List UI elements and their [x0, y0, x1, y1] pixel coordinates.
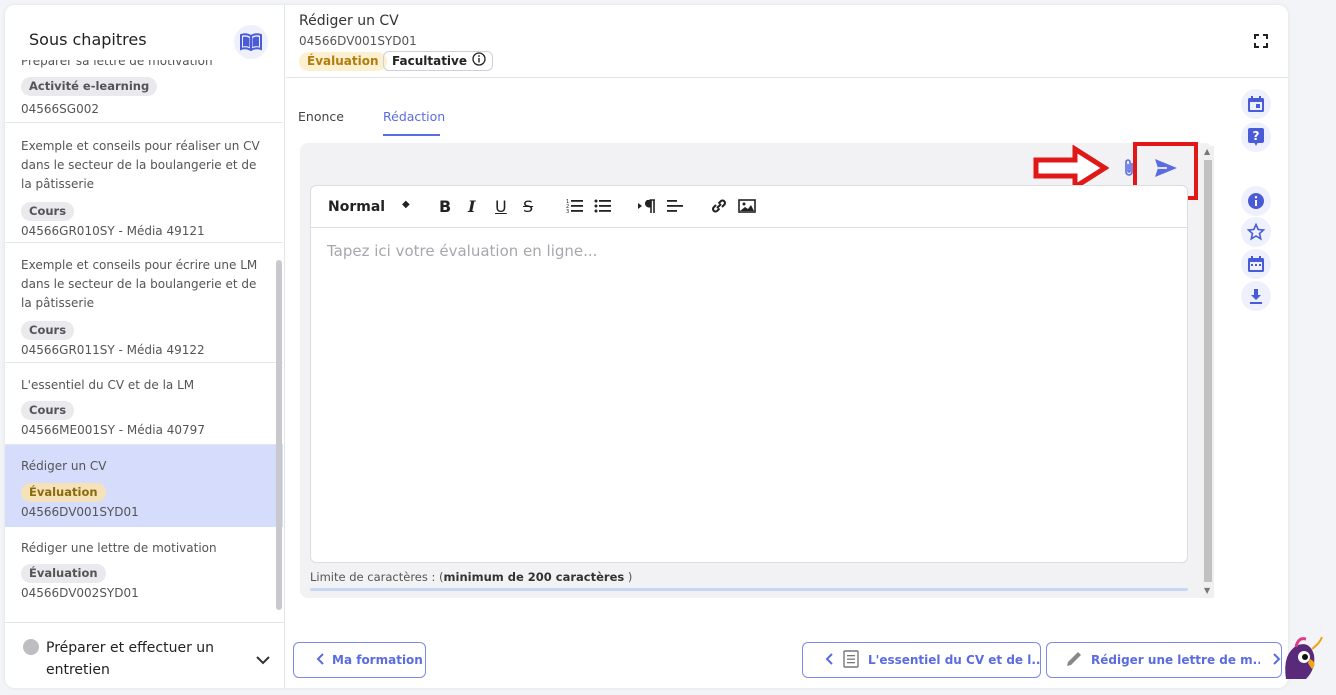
- image-icon[interactable]: [738, 198, 756, 214]
- pencil-icon: [1065, 650, 1083, 671]
- download-icon[interactable]: [1241, 281, 1271, 311]
- page-title: Rédiger un CV: [299, 13, 399, 29]
- svg-text:3: 3: [566, 209, 569, 214]
- info-icon[interactable]: [1241, 186, 1271, 216]
- rich-text-editor[interactable]: Normal ◆ B I U S 123 Tapez ici votre éva…: [310, 185, 1188, 563]
- bold-icon[interactable]: B: [439, 197, 451, 216]
- limit-prefix: Limite de caractères : (: [310, 570, 444, 584]
- ordered-list-icon[interactable]: 123: [566, 198, 584, 214]
- list-item-title: Exemple et conseils pour réaliser un CV …: [21, 139, 260, 191]
- list-item[interactable]: Exemple et conseils pour écrire une LM d…: [5, 243, 283, 363]
- list-item-badge: Cours: [21, 202, 75, 221]
- scroll-down-icon[interactable]: ▼: [1204, 586, 1210, 595]
- fullscreen-icon[interactable]: [1254, 33, 1268, 52]
- next-item-label: Rédiger une lettre de m...: [1091, 653, 1260, 667]
- strikethrough-icon[interactable]: S: [523, 197, 533, 216]
- underline-icon[interactable]: U: [495, 197, 507, 216]
- sidebar-header: Sous chapitres: [5, 5, 285, 60]
- limit-suffix: ): [624, 570, 633, 584]
- document-icon: [843, 649, 859, 671]
- sidebar: Sous chapitres Préparer sa lettre de mot…: [5, 5, 285, 688]
- list-item-code: 04566GR011SY - Média 49122: [21, 343, 205, 357]
- list-item-badge: Activité e-learning: [21, 77, 158, 96]
- horizontal-scrollbar[interactable]: [310, 588, 1188, 591]
- list-item-badge: Évaluation: [21, 483, 106, 502]
- list-item-code: 04566DV001SYD01: [21, 505, 139, 519]
- previous-item-label: L'essentiel du CV et de l...: [868, 653, 1040, 667]
- sidebar-title: Sous chapitres: [29, 30, 147, 49]
- list-item-code: 04566SG002: [21, 102, 99, 116]
- list-item-title: Rédiger un CV: [21, 459, 107, 473]
- align-left-icon[interactable]: [666, 198, 684, 214]
- info-circle-icon[interactable]: [472, 51, 486, 71]
- help-icon[interactable]: ?: [1241, 122, 1271, 152]
- list-item-title: Exemple et conseils pour écrire une LM d…: [21, 258, 258, 310]
- star-icon[interactable]: [1241, 217, 1271, 247]
- format-select[interactable]: Normal: [328, 199, 385, 215]
- svg-text:?: ?: [1253, 129, 1260, 143]
- editor-toolbar: Normal ◆ B I U S 123: [311, 186, 1187, 228]
- scrollbar-thumb[interactable]: [1204, 160, 1212, 582]
- optional-badge-label: Facultative: [392, 54, 468, 68]
- next-item-button[interactable]: Rédiger une lettre de m...: [1046, 642, 1282, 678]
- chapter-accordion[interactable]: Préparer et effectuer un entretien: [5, 622, 285, 688]
- list-item-code: 04566GR010SY - Média 49121: [21, 224, 205, 238]
- limit-value: minimum de 200 caractères: [443, 570, 625, 584]
- list-item-badge: Cours: [21, 321, 75, 340]
- list-item[interactable]: Préparer sa lettre de motivation Activit…: [5, 60, 283, 123]
- chevron-down-icon[interactable]: [256, 650, 270, 669]
- list-item-title: L'essentiel du CV et de la LM: [21, 378, 195, 392]
- list-item-code: 04566ME001SY - Média 40797: [21, 423, 205, 437]
- italic-icon[interactable]: I: [468, 197, 475, 216]
- list-item-title: Rédiger une lettre de motivation: [21, 541, 217, 555]
- list-item-active[interactable]: Rédiger un CV Évaluation 04566DV001SYD01: [5, 445, 283, 527]
- scroll-up-icon[interactable]: ▲: [1204, 147, 1210, 156]
- tab-active-indicator: [383, 134, 440, 136]
- back-button-label: Ma formation: [332, 653, 423, 667]
- optional-badge[interactable]: Facultative: [383, 51, 494, 71]
- previous-item-button[interactable]: L'essentiel du CV et de l...: [802, 642, 1041, 678]
- list-item[interactable]: Rédiger une lettre de motivation Évaluat…: [5, 527, 283, 608]
- chapter-title: Préparer et effectuer un entretien: [46, 640, 215, 678]
- list-item[interactable]: L'essentiel du CV et de la LM Cours 0456…: [5, 363, 283, 445]
- bullet-list-icon[interactable]: [594, 198, 612, 214]
- sidebar-list: Préparer sa lettre de motivation Activit…: [5, 60, 285, 608]
- list-item-code: 04566DV002SYD01: [21, 586, 139, 600]
- text-direction-icon[interactable]: [638, 198, 656, 214]
- list-item-title: Préparer sa lettre de motivation: [21, 60, 213, 68]
- link-icon[interactable]: [710, 198, 728, 214]
- schedule-icon[interactable]: [1241, 249, 1271, 279]
- panel-scrollbar[interactable]: ▲ ▼: [1202, 146, 1214, 598]
- assistant-mascot-icon[interactable]: [1276, 633, 1326, 687]
- content-header: Rédiger un CV 04566DV001SYD01 Évaluation…: [286, 5, 1288, 78]
- character-limit-note: Limite de caractères : (minimum de 200 c…: [310, 570, 632, 584]
- tab-redaction[interactable]: Rédaction: [383, 109, 445, 124]
- book-icon[interactable]: [234, 25, 268, 59]
- list-item[interactable]: Exemple et conseils pour réaliser un CV …: [5, 123, 283, 243]
- evaluation-badge: Évaluation: [299, 52, 387, 71]
- status-dot-icon: [23, 639, 39, 655]
- tab-enonce[interactable]: Enonce: [298, 109, 344, 124]
- sidebar-scrollbar[interactable]: [276, 260, 282, 610]
- calendar-icon[interactable]: [1241, 89, 1271, 119]
- back-to-training-button[interactable]: Ma formation: [293, 642, 426, 678]
- chevron-left-icon: [825, 652, 833, 668]
- select-arrows-icon[interactable]: ◆: [402, 199, 410, 210]
- app-window: Sous chapitres Préparer sa lettre de mot…: [5, 5, 1288, 688]
- editor-placeholder: Tapez ici votre évaluation en ligne...: [327, 242, 598, 260]
- chevron-left-icon: [316, 652, 324, 668]
- list-item-badge: Évaluation: [21, 564, 106, 583]
- page-code: 04566DV001SYD01: [299, 34, 417, 48]
- list-item-badge: Cours: [21, 401, 75, 420]
